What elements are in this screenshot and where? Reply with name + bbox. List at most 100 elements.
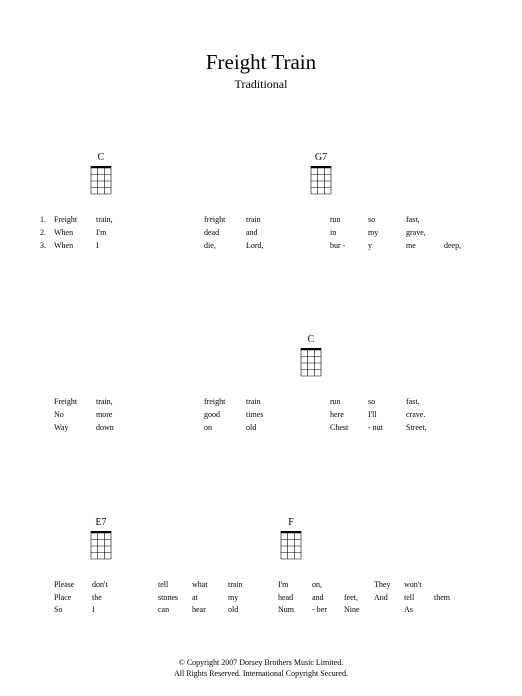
lyric-syllable [302, 422, 330, 435]
verse-number [40, 422, 54, 435]
lyric-syllable [158, 214, 204, 227]
lyric-syllable [344, 579, 374, 592]
lyric-syllable: my [368, 227, 406, 240]
lyric-syllable: old [246, 422, 302, 435]
lyric-syllable: here [330, 409, 368, 422]
chord-diagram: C [296, 334, 326, 380]
lyric-syllable: When [54, 240, 96, 253]
lyric-syllable [302, 396, 330, 409]
lyric-syllable: y [368, 240, 406, 253]
lyric-syllable [302, 227, 330, 240]
lyric-syllable: can [158, 604, 192, 617]
verse-number [40, 592, 54, 605]
music-system: C G7 1.Freighttrain, freighttrain runsofast,… [40, 152, 482, 252]
lyric-syllable: the [92, 592, 136, 605]
lyric-syllable: good [204, 409, 246, 422]
lyric-line: Pleasedon'ttellwhattrainI'mon,Theywon't [40, 579, 482, 592]
lyric-syllable: don't [92, 579, 136, 592]
lyric-syllable: feet, [344, 592, 374, 605]
lyric-syllable: When [54, 227, 96, 240]
lyric-syllable: Street, [406, 422, 448, 435]
song-title: Freight Train [40, 50, 482, 75]
lyric-syllable: grave, [406, 227, 444, 240]
lyric-syllable: - ber [312, 604, 344, 617]
lyric-syllable: and [246, 227, 302, 240]
copyright-line-1: © Copyright 2007 Dorsey Brothers Music L… [0, 658, 522, 669]
music-system: CFreighttrain,freighttrainrunsofast.Nomo… [40, 334, 482, 434]
lyric-syllable: Place [54, 592, 92, 605]
lyric-syllable: train [246, 396, 302, 409]
lyric-syllable [302, 409, 330, 422]
lyric-syllable: train [246, 214, 302, 227]
lyric-syllable: Nine [344, 604, 374, 617]
chord-name: G7 [306, 152, 336, 163]
lyric-syllable: head [278, 592, 312, 605]
verse-number [40, 396, 54, 409]
lyric-syllable: Num [278, 604, 312, 617]
lyric-line: NomoregoodtimeshereI'llcrave. [40, 409, 482, 422]
lyric-line: WaydownonoldChest- nutStreet, [40, 422, 482, 435]
lyric-line: 1.Freighttrain, freighttrain runsofast, [40, 214, 482, 227]
lyric-syllable: I'll [368, 409, 406, 422]
lyric-syllable: down [96, 422, 158, 435]
verse-number: 1. [40, 214, 54, 227]
chord-name: F [276, 517, 306, 528]
chord-name: C [296, 334, 326, 345]
lyric-line: 3.WhenIdie,Lord,bur -ymedeep, [40, 240, 482, 253]
lyric-syllable: run [330, 214, 368, 227]
lyric-syllable: Way [54, 422, 96, 435]
lyric-syllable [158, 409, 204, 422]
chord-row: C [40, 334, 482, 388]
lyric-syllable: run [330, 396, 368, 409]
verse-number: 3. [40, 240, 54, 253]
chord-row: E7 F [40, 517, 482, 571]
lyric-syllable: so [368, 214, 406, 227]
lyric-syllable: Chest [330, 422, 368, 435]
lyric-syllable: and [312, 592, 344, 605]
lyric-line: Placethestonesatmyheadandfeet,Andtellthe… [40, 592, 482, 605]
chord-diagram: E7 [86, 517, 116, 563]
lyric-syllable [264, 592, 278, 605]
lyric-syllable: train, [96, 214, 158, 227]
lyric-syllable [158, 422, 204, 435]
lyric-syllable [302, 214, 330, 227]
chord-diagram: C [86, 152, 116, 198]
lyric-syllable [264, 604, 278, 617]
chord-name: C [86, 152, 116, 163]
chord-diagram: G7 [306, 152, 336, 198]
lyric-syllable: on, [312, 579, 344, 592]
lyric-syllable [302, 240, 330, 253]
lyric-syllable: dead [204, 227, 246, 240]
lyric-syllable: old [228, 604, 264, 617]
lyric-syllable: so [368, 396, 406, 409]
lyric-syllable: fast. [406, 396, 448, 409]
systems-container: CG71.Freighttrain,freighttrainrunsofast,… [40, 152, 482, 617]
lyric-syllable: crave. [406, 409, 448, 422]
chord-name: E7 [86, 517, 116, 528]
music-system: E7FPleasedon'ttellwhattrainI'mon,Theywon… [40, 517, 482, 617]
lyric-syllable: So [54, 604, 92, 617]
lyric-syllable: train [228, 579, 264, 592]
lyric-syllable: No [54, 409, 96, 422]
lyric-block: 1.Freighttrain,freighttrainrunsofast,2.W… [40, 214, 482, 252]
verse-number [40, 604, 54, 617]
lyric-syllable: me [406, 240, 444, 253]
lyric-syllable: - nut [368, 422, 406, 435]
lyric-syllable: Lord, [246, 240, 302, 253]
lyric-syllable: stones [158, 592, 192, 605]
lyric-syllable: them [434, 592, 464, 605]
lyric-syllable [136, 592, 158, 605]
lyric-syllable: freight [204, 214, 246, 227]
lyric-syllable: I [96, 240, 158, 253]
lyric-syllable: Freight [54, 214, 96, 227]
lyric-syllable: at [192, 592, 228, 605]
lyric-syllable: won't [404, 579, 434, 592]
lyric-syllable: tell [158, 579, 192, 592]
lyric-syllable [374, 604, 404, 617]
verse-number [40, 409, 54, 422]
lyric-syllable [158, 240, 204, 253]
lyric-line: Freighttrain,freighttrainrunsofast. [40, 396, 482, 409]
lyric-block: Freighttrain,freighttrainrunsofast.Nomor… [40, 396, 482, 434]
lyric-syllable: fast, [406, 214, 444, 227]
lyric-syllable: my [228, 592, 264, 605]
